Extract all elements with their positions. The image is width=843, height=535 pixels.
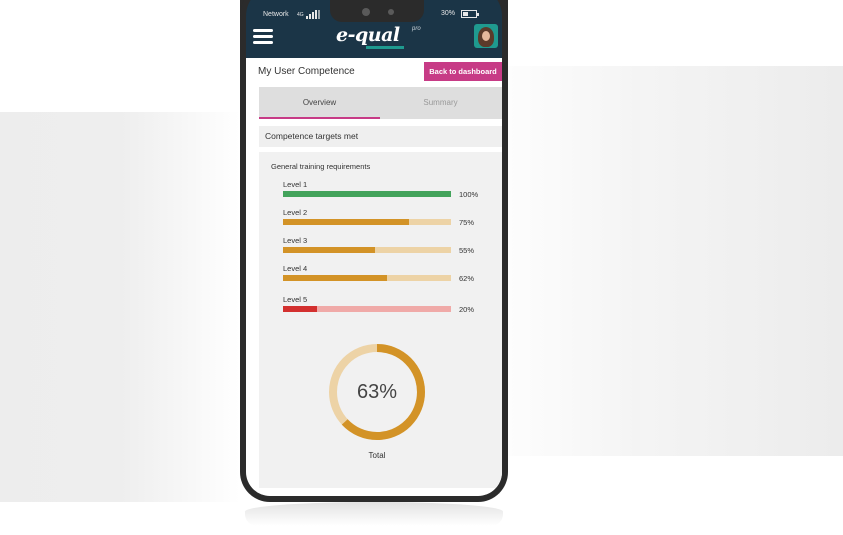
logo-suffix: pro — [412, 26, 421, 32]
battery-percent: 30% — [441, 10, 456, 17]
level-progress-fill — [283, 191, 451, 197]
logo-text: e-qual — [336, 24, 400, 46]
level-progress-track — [283, 247, 451, 253]
level-percent: 62% — [459, 274, 475, 283]
level-row: Level 3 55% — [283, 236, 502, 258]
tab-overview[interactable]: Overview — [259, 87, 380, 119]
phone-frame: Network 4G 30% e-qual pro My User Compet… — [240, 0, 508, 502]
level-progress-fill — [283, 247, 376, 253]
network-type: 4G — [297, 12, 304, 18]
level-percent: 100% — [459, 190, 479, 199]
tab-bar: Overview Summary — [259, 87, 502, 119]
level-percent: 20% — [459, 305, 475, 314]
phone-notch — [330, 0, 424, 22]
app-logo: e-qual pro — [336, 24, 426, 50]
level-progress-track — [283, 191, 451, 197]
main-content: My User Competence Back to dashboard Ove… — [252, 58, 502, 488]
total-percent: 63% — [356, 381, 398, 403]
level-progress-track — [283, 219, 451, 225]
total-label: Total — [368, 451, 386, 460]
page-title: My User Competence — [258, 66, 355, 77]
back-to-dashboard-button[interactable]: Back to dashboard — [424, 62, 502, 81]
level-label: Level 4 — [283, 264, 308, 273]
tab-summary[interactable]: Summary — [380, 87, 501, 119]
level-percent: 55% — [459, 246, 475, 255]
level-row: Level 4 62% — [283, 264, 502, 286]
hamburger-icon[interactable] — [253, 29, 273, 45]
competence-targets-header[interactable]: Competence targets met — [259, 126, 502, 147]
card-title: General training requirements — [271, 162, 371, 171]
background-panel-right — [507, 66, 843, 456]
level-row: Level 1 100% — [283, 180, 502, 202]
logo-underline — [366, 46, 404, 49]
training-requirements-card: General training requirements Level 1 100… — [259, 152, 502, 488]
targets-label: Competence targets met — [265, 131, 359, 141]
level-progress-track — [283, 306, 451, 312]
level-label: Level 3 — [283, 236, 308, 245]
level-progress-fill — [283, 219, 409, 225]
level-progress-fill — [283, 275, 388, 281]
level-progress-track — [283, 275, 451, 281]
battery-icon — [461, 10, 479, 18]
level-row: Level 5 20% — [283, 295, 502, 317]
level-progress-fill — [283, 306, 317, 312]
camera-icon — [362, 8, 370, 16]
level-label: Level 1 — [283, 180, 308, 189]
level-percent: 75% — [459, 218, 475, 227]
network-label: Network — [263, 11, 289, 18]
level-label: Level 2 — [283, 208, 308, 217]
avatar-face — [482, 31, 490, 41]
level-row: Level 2 75% — [283, 208, 502, 230]
app-header: Network 4G 30% e-qual pro — [246, 0, 502, 58]
level-label: Level 5 — [283, 295, 308, 304]
avatar[interactable] — [474, 24, 498, 48]
phone-reflection — [245, 502, 503, 526]
signal-icon — [306, 10, 322, 19]
sensor-icon — [388, 9, 394, 15]
background-panel-left — [0, 112, 240, 502]
